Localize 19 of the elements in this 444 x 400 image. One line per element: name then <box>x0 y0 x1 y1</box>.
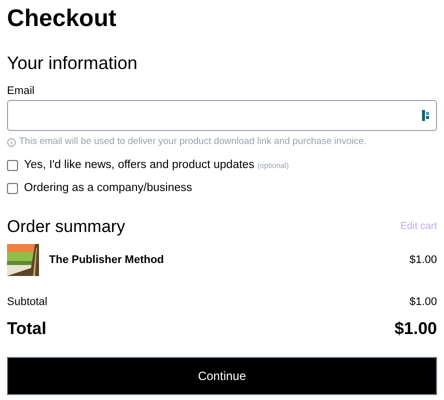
field-label: Email <box>7 84 36 98</box>
checkbox-label: Ordering as a company/business <box>24 181 192 196</box>
info-icon <box>7 138 16 147</box>
continue-button[interactable]: Continue <box>7 356 437 395</box>
total-label: Total <box>7 318 46 340</box>
checkbox[interactable] <box>7 183 18 194</box>
section-heading: Order summary <box>7 216 126 238</box>
product-price: $1.00 <box>409 253 437 268</box>
page-title: Checkout <box>7 4 118 34</box>
section-heading: Your information <box>7 52 138 75</box>
total-value: $1.00 <box>394 318 437 340</box>
subtotal-value: $1.00 <box>409 295 437 310</box>
hint-text: This email will be used to deliver your product download link and purchase invoice. <box>19 135 366 149</box>
subtotal-label: Subtotal <box>7 295 48 310</box>
product-name: The Publisher Method <box>49 253 165 268</box>
checkbox[interactable] <box>7 160 18 172</box>
email-field[interactable] <box>7 100 437 131</box>
checkbox-label: Yes, I'd like news, offers and product updates <box>24 158 254 174</box>
password-manager-icon[interactable] <box>422 110 430 121</box>
